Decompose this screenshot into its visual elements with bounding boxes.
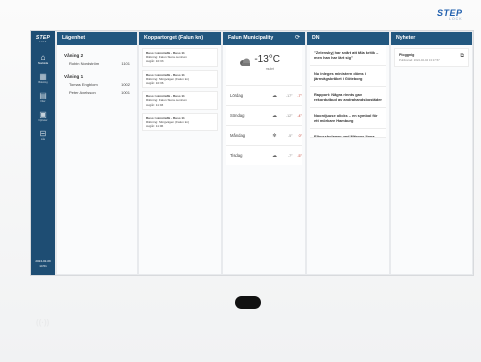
resident-apartment: 1002 [121,82,130,87]
resident-row[interactable]: Robin Nordström 1101 [69,61,130,66]
sidebar-time: 14:51 [39,264,47,268]
resident-row[interactable]: Tomas Engblom 1002 [69,82,130,87]
forecast-low: -5° [287,133,293,138]
weather-now: -13°C mulet [226,45,302,85]
weather-panel: Falun Municipality ⟳ -13°C mulet Lördag … [223,32,305,274]
sidebar-item-label: Filer [40,100,46,103]
screen: STEP LOCK ⌂ Startsida ▦ Bokning ▤ Filer … [30,30,474,276]
sidebar-item-startsida[interactable]: ⌂ Startsida [31,53,55,66]
brand-logo: STEP LOCK [437,8,471,28]
sidebar-item-nyheter[interactable]: ▣ Nyheter [31,110,55,123]
forecast-high: -5° [297,153,302,158]
departure-time: Avgår: 11:03 [146,102,164,107]
cloud-icon [240,58,250,66]
panel-title: Falun Municipality ⟳ [223,32,305,45]
sidebar-datetime: 2024-02-09 14:51 [31,259,55,269]
departure-time: Avgår: 10:36 [146,81,164,86]
panel-title: Nyheter [391,32,472,45]
snow-icon: ✻ [272,132,277,139]
panel-title: Koppartorget (Falun kn) [139,32,221,45]
forecast-row: Tisdag ☁ -7° -5° [226,145,302,165]
sidebar-logo: STEP LOCK [31,35,55,43]
newspaper-icon: ▣ [39,110,47,119]
sidebar-item-filer[interactable]: ▤ Filer [31,91,55,104]
apartment-panel: Lägenhet Våning 2 Robin Nordström 1101 V… [57,32,137,274]
departure-item: Buss: Länstrafik - Buss 11 Riktning: Fal… [142,48,218,67]
forecast-low: -17° [285,93,293,98]
brand-sub: LOCK [449,17,463,21]
departure-time: Avgår: 10:33 [146,59,164,64]
resident-name: Peter Axelsson [69,90,96,95]
forecast-day: Lördag [230,93,244,98]
forecast-high: -7° [297,93,302,98]
cloud-icon: ☁ [272,92,278,99]
forecast-high: 0° [298,133,302,138]
forecast-day: Söndag [230,113,245,118]
dn-news-panel: DN "Zelenskyj har svårt att tåla kritik … [307,32,389,274]
announcements-panel: Nyheter Ploggnig Publicerad: 2024-02-04 … [391,32,472,274]
sidebar: STEP LOCK ⌂ Startsida ▦ Bokning ▤ Filer … [31,31,55,275]
forecast-low: -7° [287,153,293,158]
sidebar-item-label: Startsida [37,62,49,65]
departure-time: Avgår: 11:06 [146,124,164,129]
nfc-reader-icon: ((·)) [36,318,50,327]
sidebar-item-bokning[interactable]: ▦ Bokning [31,72,55,85]
bus-departures-panel: Koppartorget (Falun kn) Buss: Länstrafik… [139,32,221,274]
departure-item: Buss: Länstrafik - Buss 11 Riktning: Fal… [142,91,218,110]
forecast-row: Lördag ☁ -17° -7° [226,85,302,105]
announcement-item[interactable]: Ploggnig Publicerad: 2024-02-04 13:17:57… [394,48,469,67]
resident-apartment: 1101 [121,61,130,66]
forecast-high: -4° [297,113,302,118]
resident-row[interactable]: Peter Axelsson 1001 [69,90,130,95]
departure-item: Buss: Länstrafik - Buss 11 Riktning: Sli… [142,112,218,132]
floor-heading: Våning 1 [64,74,84,79]
news-item[interactable]: "Zelenskyj har svårt att tåla kritik – m… [310,45,386,66]
news-item[interactable]: Rapport: Några rinnts gav rekordutbud av… [310,87,386,108]
open-external-icon[interactable]: ⧉ [460,53,464,59]
home-icon: ⌂ [40,53,46,62]
forecast-low: -12° [285,113,293,118]
forecast-day: Måndag [230,133,246,138]
news-item[interactable]: Noordjuuse olicks – en symbol för ett mö… [310,108,386,129]
departure-item: Buss: Länstrafik - Buss 11 Riktning: Sli… [142,69,218,89]
calendar-icon: ▦ [39,72,47,81]
weather-title: Falun Municipality [228,35,274,41]
sidebar-logo-sub: LOCK [39,41,47,43]
announcement-date: Publicerad: 2024-02-04 13:17:57 [399,58,440,62]
current-temperature: -13°C [254,54,280,65]
resident-name: Tomas Engblom [69,82,98,87]
resident-name: Robin Nordström [69,61,100,66]
sidebar-item-las[interactable]: ⊟ Lås [31,129,55,142]
file-icon: ▤ [39,91,47,100]
refresh-icon[interactable]: ⟳ [295,32,300,45]
panel-title: DN [307,32,389,45]
forecast-row: Söndag ☁ -12° -4° [226,105,302,125]
current-condition: mulet [265,67,274,71]
home-button[interactable] [235,296,261,309]
forecast-day: Tisdag [230,153,243,158]
cloud-icon: ☁ [272,112,278,119]
forecast-row: Måndag ✻ -5° 0° [226,125,302,145]
lock-icon: ⊟ [39,129,47,138]
resident-apartment: 1001 [121,90,130,95]
news-item[interactable]: Nu inleges ministern döms i järnvägsbråk… [310,66,386,87]
sidebar-item-label: Lås [40,138,46,141]
announcement-title: Ploggnig [399,53,415,57]
sidebar-item-label: Bokning [38,81,48,84]
news-item[interactable]: Elbussbolagen vad Märnos linna [310,129,386,138]
panel-title: Lägenhet [57,32,137,45]
floor-heading: Våning 2 [64,53,84,58]
device-frame: STEP LOCK STEP LOCK ⌂ Startsida ▦ Boknin… [0,0,481,362]
sidebar-item-label: Nyheter [38,119,48,122]
cloud-icon: ☁ [272,152,278,159]
